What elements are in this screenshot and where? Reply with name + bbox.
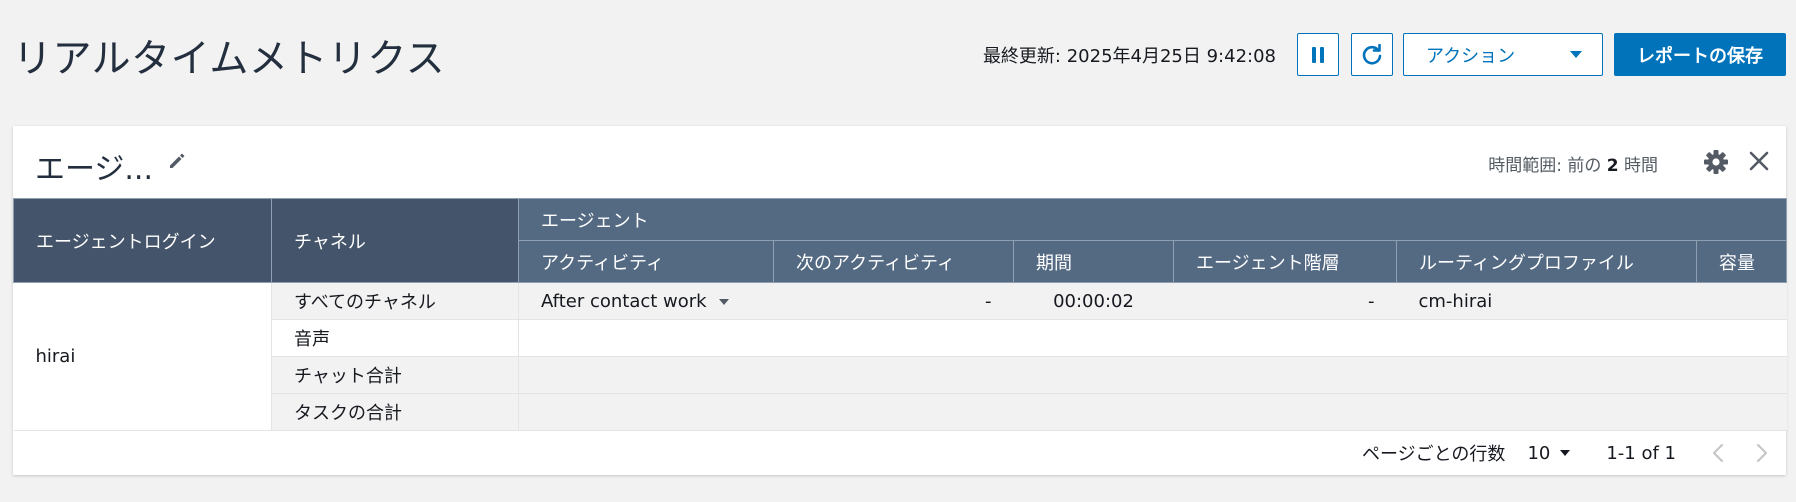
agent-hierarchy-cell: - (1173, 282, 1397, 320)
page-title: リアルタイムメトリクス (13, 37, 446, 82)
time-range: 時間範囲: 前の 2 時間 (1488, 151, 1658, 176)
column-header-agent-login[interactable]: エージェントログイン (13, 198, 272, 283)
empty-cell (518, 356, 1787, 394)
widget-header: エージ... 時間範囲: 前の 2 時間 (13, 126, 1786, 198)
pause-button[interactable] (1297, 33, 1339, 76)
channel-cell: タスクの合計 (271, 393, 519, 431)
previous-page-icon[interactable] (1712, 443, 1724, 463)
agent-login-cell: hirai (13, 282, 272, 431)
routing-profile-cell: cm-hirai (1396, 282, 1697, 320)
next-page-icon[interactable] (1756, 443, 1768, 463)
chevron-down-icon (1560, 450, 1571, 456)
action-dropdown[interactable]: アクション (1403, 33, 1603, 76)
pause-icon (1312, 46, 1324, 63)
column-group-agent: エージェント (517, 198, 1788, 241)
pagination: ページごとの行数 10 1-1 of 1 (13, 431, 1786, 475)
activity-cell[interactable]: After contact work (518, 282, 774, 320)
rows-per-page-select[interactable]: 10 (1527, 442, 1571, 464)
action-dropdown-label: アクション (1426, 45, 1516, 67)
column-header-next-activity[interactable]: 次のアクティビティ (773, 240, 1014, 283)
empty-cell (518, 393, 1787, 431)
refresh-icon (1362, 43, 1382, 65)
gear-icon[interactable] (1702, 148, 1730, 176)
column-header-routing-profile[interactable]: ルーティングプロファイル (1396, 240, 1697, 283)
channel-cell: チャット合計 (271, 356, 519, 394)
table-row: タスクの合計 (14, 393, 1787, 431)
time-range-unit: 時間 (1624, 156, 1658, 176)
chevron-down-icon (1570, 51, 1582, 58)
column-header-activity[interactable]: アクティビティ (518, 240, 774, 283)
channel-cell: すべてのチャネル (271, 282, 519, 320)
page-range-label: 1-1 of 1 (1606, 442, 1676, 464)
duration-cell: 00:00:02 (1013, 282, 1174, 320)
pencil-icon[interactable] (167, 151, 187, 171)
time-range-prefix: 時間範囲: 前の (1488, 156, 1602, 176)
metrics-widget: エージ... 時間範囲: 前の 2 時間 エージェントログイン チャネル エージ… (13, 126, 1788, 475)
page-header: リアルタイムメトリクス 最終更新: 2025年4月25日 9:42:08 アクシ… (0, 0, 1796, 110)
next-activity-cell: - (773, 282, 1014, 320)
column-header-agent-hierarchy[interactable]: エージェント階層 (1173, 240, 1397, 283)
table-row: hirai すべてのチャネル After contact work - 00:0… (13, 282, 1787, 431)
rows-per-page-label: ページごとの行数 (1361, 444, 1506, 465)
capacity-cell (1696, 282, 1787, 320)
metrics-table: エージェントログイン チャネル エージェント アクティビティ 次のアクティビティ… (13, 198, 1788, 431)
refresh-button[interactable] (1351, 33, 1393, 76)
time-range-value: 2 (1606, 156, 1619, 176)
caret-down-icon[interactable] (718, 298, 729, 305)
close-icon[interactable] (1747, 149, 1771, 173)
column-header-channel[interactable]: チャネル (271, 198, 519, 283)
table-row: チャット合計 (14, 356, 1787, 394)
table-row: 音声 (14, 319, 1787, 357)
empty-cell (518, 319, 1787, 357)
save-report-button[interactable]: レポートの保存 (1614, 33, 1786, 76)
channel-cell: 音声 (271, 319, 519, 357)
widget-title: エージ... (35, 152, 154, 187)
activity-value: After contact work (541, 290, 707, 312)
rows-per-page-value: 10 (1527, 442, 1551, 464)
column-header-capacity[interactable]: 容量 (1695, 240, 1788, 283)
last-updated-text: 最終更新: 2025年4月25日 9:42:08 (982, 46, 1276, 67)
column-header-duration[interactable]: 期間 (1013, 240, 1174, 283)
